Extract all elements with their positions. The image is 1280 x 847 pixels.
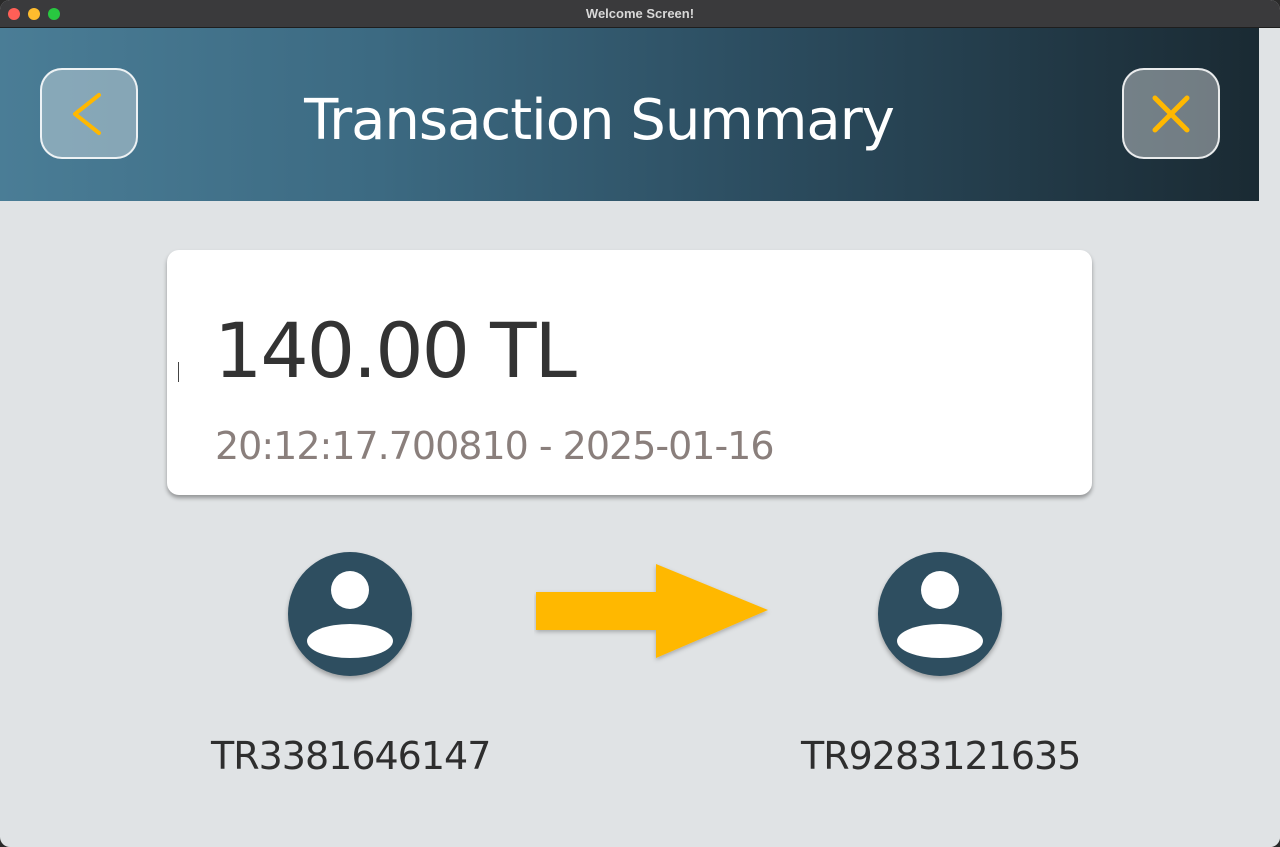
arrow-right-icon (536, 564, 768, 658)
scrollbar-track (1259, 28, 1280, 847)
sender-avatar (288, 552, 412, 676)
page-title: Transaction Summary (304, 88, 895, 153)
receiver-avatar (878, 552, 1002, 676)
app-window: Welcome Screen! Transaction Summary 140.… (0, 0, 1280, 847)
window-minimize-button[interactable] (28, 8, 40, 20)
user-avatar-icon (897, 571, 983, 658)
sender-account-number: TR3381646147 (211, 734, 491, 778)
window-controls (8, 8, 60, 20)
text-cursor (178, 362, 179, 382)
user-avatar-icon (307, 571, 393, 658)
window-close-button[interactable] (8, 8, 20, 20)
window-titlebar: Welcome Screen! (0, 0, 1280, 28)
transaction-amount: 140.00 TL (214, 306, 577, 395)
receiver-account-number: TR9283121635 (801, 734, 1081, 778)
close-icon (1152, 95, 1190, 132)
transaction-timestamp: 20:12:17.700810 - 2025-01-16 (215, 424, 775, 468)
window-maximize-button[interactable] (48, 8, 60, 20)
close-button[interactable] (1122, 68, 1220, 159)
window-title: Welcome Screen! (585, 6, 695, 21)
